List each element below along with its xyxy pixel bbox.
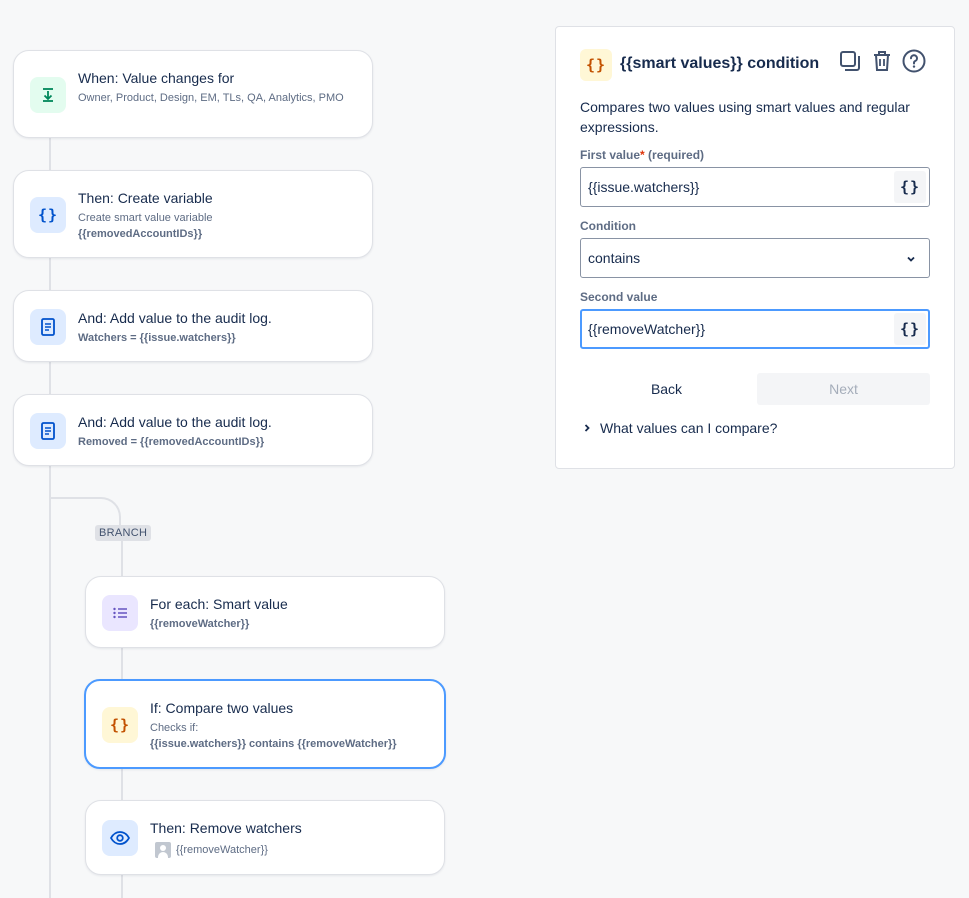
chevron-right-icon [582, 423, 592, 433]
trigger-fields: Owner, Product, Design, EM, TLs, QA, Ana… [78, 92, 344, 104]
remove-watchers-card[interactable]: Then: Remove watchers {{removeWatcher}} [85, 800, 445, 875]
smart-value-button-second[interactable]: {} [894, 313, 926, 345]
create-variable-name: {{removedAccountIDs}} [78, 228, 203, 240]
audit-log-1-title: And: Add value to the audit log. [78, 310, 272, 326]
panel-title: {{smart values}} condition [620, 55, 820, 72]
document-icon [30, 413, 66, 449]
avatar [155, 842, 171, 859]
copy-icon[interactable] [836, 47, 864, 75]
braces-icon: {} [102, 707, 138, 743]
eye-icon [102, 820, 138, 856]
download-icon [30, 77, 66, 113]
second-value-label: Second value [580, 290, 658, 304]
if-compare-condition: {{issue.watchers}} contains {{removeWatc… [150, 738, 397, 750]
chevron-down-icon [905, 252, 917, 270]
trash-icon[interactable] [868, 47, 896, 75]
help-expander-label: What values can I compare? [600, 420, 778, 436]
document-icon [30, 309, 66, 345]
create-variable-card[interactable]: {} Then: Create variable Create smart va… [13, 170, 373, 258]
required-text: (required) [648, 148, 705, 162]
for-each-card[interactable]: For each: Smart value {{removeWatcher}} [85, 576, 445, 648]
remove-watchers-title: Then: Remove watchers [150, 820, 302, 836]
trigger-card[interactable]: When: Value changes for Owner, Product, … [13, 50, 373, 138]
audit-log-1-value: Watchers = {{issue.watchers}} [78, 332, 236, 344]
condition-select[interactable]: contains [580, 238, 930, 278]
for-each-value: {{removeWatcher}} [150, 618, 250, 630]
first-value-label: First value* (required) [580, 148, 705, 162]
second-value-field[interactable]: {{removeWatcher}} {} [580, 309, 930, 349]
back-button[interactable]: Back [580, 373, 753, 405]
panel-description: Compares two values using smart values a… [580, 99, 910, 135]
smart-value-button-first[interactable]: {} [894, 171, 926, 203]
condition-label: Condition [580, 219, 636, 233]
remove-watchers-user: {{removeWatcher}} [155, 842, 430, 859]
trigger-title: When: Value changes for [78, 70, 235, 86]
condition-config-panel: {} {{smart values}} condition Compares t… [555, 26, 955, 469]
condition-selected-value: contains [588, 250, 641, 266]
braces-icon: {} [30, 197, 66, 233]
required-star: * [640, 148, 645, 162]
branch-label: BRANCH [95, 525, 152, 541]
for-each-title: For each: Smart value [150, 596, 288, 612]
audit-log-2-title: And: Add value to the audit log. [78, 414, 272, 430]
list-icon [102, 595, 138, 631]
remove-watchers-value: {{removeWatcher}} [176, 844, 268, 856]
audit-log-card-1[interactable]: And: Add value to the audit log. Watcher… [13, 290, 373, 362]
braces-icon: {} [580, 49, 612, 81]
audit-log-2-value: Removed = {{removedAccountIDs}} [78, 436, 265, 448]
next-button[interactable]: Next [757, 373, 930, 405]
create-variable-subtitle: Create smart value variable [78, 212, 213, 224]
create-variable-title: Then: Create variable [78, 190, 213, 206]
second-value-input-text: {{removeWatcher}} [588, 321, 705, 337]
if-compare-title: If: Compare two values [150, 700, 294, 716]
help-expander[interactable]: What values can I compare? [582, 420, 777, 436]
help-icon[interactable] [900, 47, 928, 75]
first-value-input-text: {{issue.watchers}} [588, 179, 700, 195]
if-compare-subtitle: Checks if: [150, 722, 199, 734]
if-compare-card[interactable]: {} If: Compare two values Checks if: {{i… [84, 679, 446, 769]
first-value-field[interactable]: {{issue.watchers}} {} [580, 167, 930, 207]
audit-log-card-2[interactable]: And: Add value to the audit log. Removed… [13, 394, 373, 466]
